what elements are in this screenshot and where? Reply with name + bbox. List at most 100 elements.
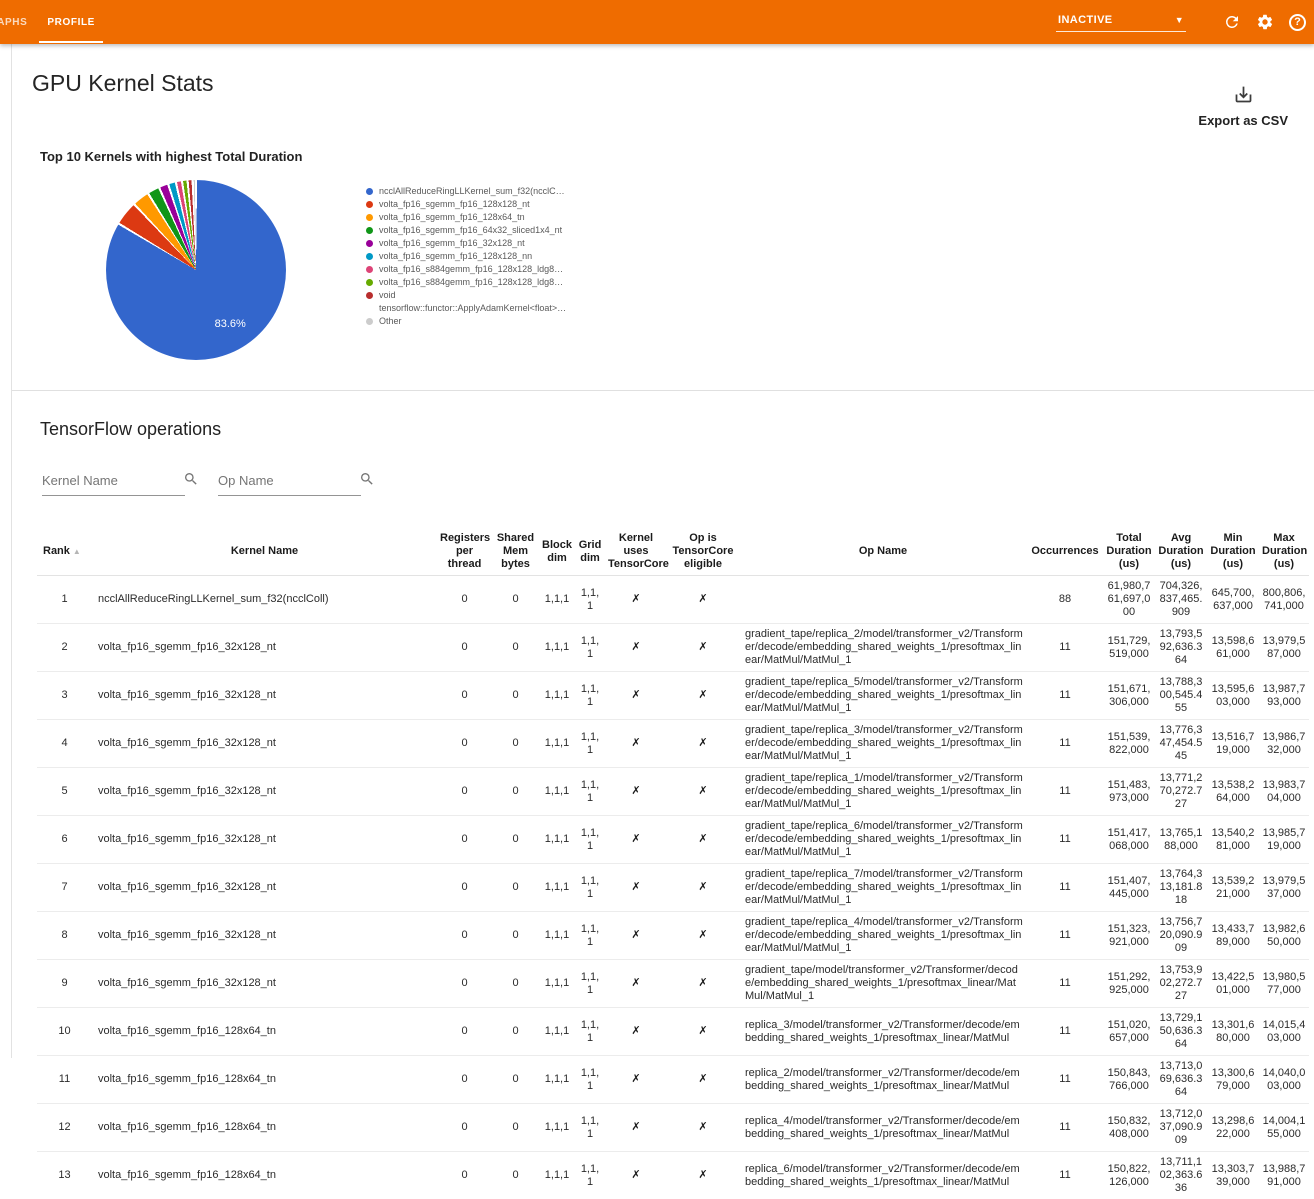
cell-kernel-name: volta_fp16_sgemm_fp16_32x128_nt [92,672,437,720]
legend-item[interactable]: Other [366,315,554,328]
cell-grid-dim: 1,1,1 [575,624,605,672]
cell-kernel-name: volta_fp16_sgemm_fp16_128x64_tn [92,1152,437,1199]
cell-occurrences: 11 [1027,816,1103,864]
cell-op-is-tensorcore-eligible: ✗ [667,816,739,864]
legend-label: volta_fp16_sgemm_fp16_32x128_nt [379,237,525,250]
cell-occurrences: 88 [1027,576,1103,624]
cell-grid-dim: 1,1,1 [575,576,605,624]
cell-registers-per-thread: 0 [437,864,492,912]
cell-min-duration-us: 13,595,603,000 [1207,672,1259,720]
table-row: 11volta_fp16_sgemm_fp16_128x64_tn001,1,1… [37,1056,1309,1104]
cell-kernel-name: volta_fp16_sgemm_fp16_32x128_nt [92,960,437,1008]
table-row: 9volta_fp16_sgemm_fp16_32x128_nt001,1,11… [37,960,1309,1008]
page-title: GPU Kernel Stats [32,70,1284,97]
cell-occurrences: 11 [1027,720,1103,768]
export-csv-label: Export as CSV [1198,113,1288,128]
kernel-stats-header: GPU Kernel Stats Export as CSV [12,44,1314,97]
legend-swatch-icon [366,240,373,247]
table-row: 13volta_fp16_sgemm_fp16_128x64_tn001,1,1… [37,1152,1309,1199]
legend-item[interactable]: volta_fp16_s884gemm_fp16_128x128_ldg8… [366,276,554,289]
cell-op-name: gradient_tape/replica_7/model/transforme… [739,864,1027,912]
cell-rank: 8 [37,912,92,960]
column-header-registers-per-thread[interactable]: Registers per thread [437,528,492,576]
legend-item[interactable]: volta_fp16_sgemm_fp16_128x64_tn [366,211,554,224]
column-header-op-is-tensorcore-eligible[interactable]: Op is TensorCore eligible [667,528,739,576]
cell-op-name: gradient_tape/replica_3/model/transforme… [739,720,1027,768]
column-header-kernel-name[interactable]: Kernel Name [92,528,437,576]
cell-kernel-uses-tensorcore: ✗ [605,960,667,1008]
column-header-total-duration-us[interactable]: Total Duration (us) [1103,528,1155,576]
cell-min-duration-us: 13,516,719,000 [1207,720,1259,768]
cell-block-dim: 1,1,1 [539,1152,575,1199]
run-selector-value: INACTIVE [1058,14,1113,26]
chevron-down-icon: ▼ [1175,15,1184,25]
tab-graphs[interactable]: GRAPHS [0,0,37,44]
cell-total-duration-us: 151,539,822,000 [1103,720,1155,768]
cell-rank: 10 [37,1008,92,1056]
operations-table: Rank▲Kernel NameRegisters per threadShar… [37,528,1309,1199]
tab-profile[interactable]: PROFILE [37,0,105,44]
cell-registers-per-thread: 0 [437,768,492,816]
legend-label: volta_fp16_sgemm_fp16_128x128_nt [379,198,530,211]
cell-registers-per-thread: 0 [437,624,492,672]
cell-occurrences: 11 [1027,768,1103,816]
cell-registers-per-thread: 0 [437,1152,492,1199]
cell-max-duration-us: 13,986,732,000 [1259,720,1309,768]
column-header-op-name[interactable]: Op Name [739,528,1027,576]
cell-block-dim: 1,1,1 [539,864,575,912]
cell-kernel-name: volta_fp16_sgemm_fp16_32x128_nt [92,912,437,960]
cell-total-duration-us: 151,417,068,000 [1103,816,1155,864]
legend-item[interactable]: void tensorflow::functor::ApplyAdamKerne… [366,289,554,315]
export-csv-button[interactable]: Export as CSV [1198,84,1288,128]
cell-max-duration-us: 13,979,587,000 [1259,624,1309,672]
column-header-block-dim[interactable]: Block dim [539,528,575,576]
cell-op-name: gradient_tape/replica_6/model/transforme… [739,816,1027,864]
column-header-rank[interactable]: Rank▲ [37,528,92,576]
legend-swatch-icon [366,214,373,221]
cell-grid-dim: 1,1,1 [575,864,605,912]
table-header-row: Rank▲Kernel NameRegisters per threadShar… [37,528,1309,576]
cell-kernel-name: volta_fp16_sgemm_fp16_128x64_tn [92,1056,437,1104]
gear-icon[interactable] [1256,13,1274,31]
cell-op-is-tensorcore-eligible: ✗ [667,912,739,960]
cell-op-is-tensorcore-eligible: ✗ [667,624,739,672]
legend-label: Other [379,315,402,328]
cell-total-duration-us: 151,323,921,000 [1103,912,1155,960]
help-icon[interactable]: ? [1289,14,1306,31]
cell-kernel-uses-tensorcore: ✗ [605,672,667,720]
legend-item[interactable]: ncclAllReduceRingLLKernel_sum_f32(ncclC… [366,185,554,198]
column-header-shared-mem-bytes[interactable]: Shared Mem bytes [492,528,539,576]
cell-rank: 11 [37,1056,92,1104]
cell-rank: 13 [37,1152,92,1199]
pie-chart[interactable]: 83.6% [106,180,286,360]
kernel-name-input[interactable] [42,470,185,496]
cell-total-duration-us: 151,671,306,000 [1103,672,1155,720]
cell-shared-mem-bytes: 0 [492,624,539,672]
cell-shared-mem-bytes: 0 [492,816,539,864]
column-header-max-duration-us[interactable]: Max Duration (us) [1259,528,1309,576]
legend-item[interactable]: volta_fp16_sgemm_fp16_128x128_nn [366,250,554,263]
cell-registers-per-thread: 0 [437,960,492,1008]
legend-item[interactable]: volta_fp16_sgemm_fp16_64x32_sliced1x4_nt [366,224,554,237]
column-header-grid-dim[interactable]: Grid dim [575,528,605,576]
cell-min-duration-us: 13,539,221,000 [1207,864,1259,912]
column-header-kernel-uses-tensorcore[interactable]: Kernel uses TensorCore [605,528,667,576]
legend-item[interactable]: volta_fp16_s884gemm_fp16_128x128_ldg8… [366,263,554,276]
legend-item[interactable]: volta_fp16_sgemm_fp16_128x128_nt [366,198,554,211]
column-header-min-duration-us[interactable]: Min Duration (us) [1207,528,1259,576]
cell-registers-per-thread: 0 [437,912,492,960]
op-name-input[interactable] [218,470,361,496]
cell-kernel-name: volta_fp16_sgemm_fp16_32x128_nt [92,816,437,864]
cell-grid-dim: 1,1,1 [575,1008,605,1056]
cell-op-name: gradient_tape/model/transformer_v2/Trans… [739,960,1027,1008]
column-header-occurrences[interactable]: Occurrences [1027,528,1103,576]
legend-label: volta_fp16_sgemm_fp16_128x128_nn [379,250,532,263]
column-header-avg-duration-us[interactable]: Avg Duration (us) [1155,528,1207,576]
cell-total-duration-us: 151,292,925,000 [1103,960,1155,1008]
cell-grid-dim: 1,1,1 [575,816,605,864]
legend-item[interactable]: volta_fp16_sgemm_fp16_32x128_nt [366,237,554,250]
run-selector-dropdown[interactable]: INACTIVE ▼ [1056,12,1186,32]
legend-label: void tensorflow::functor::ApplyAdamKerne… [379,289,566,315]
cell-rank: 5 [37,768,92,816]
refresh-icon[interactable] [1223,13,1241,31]
